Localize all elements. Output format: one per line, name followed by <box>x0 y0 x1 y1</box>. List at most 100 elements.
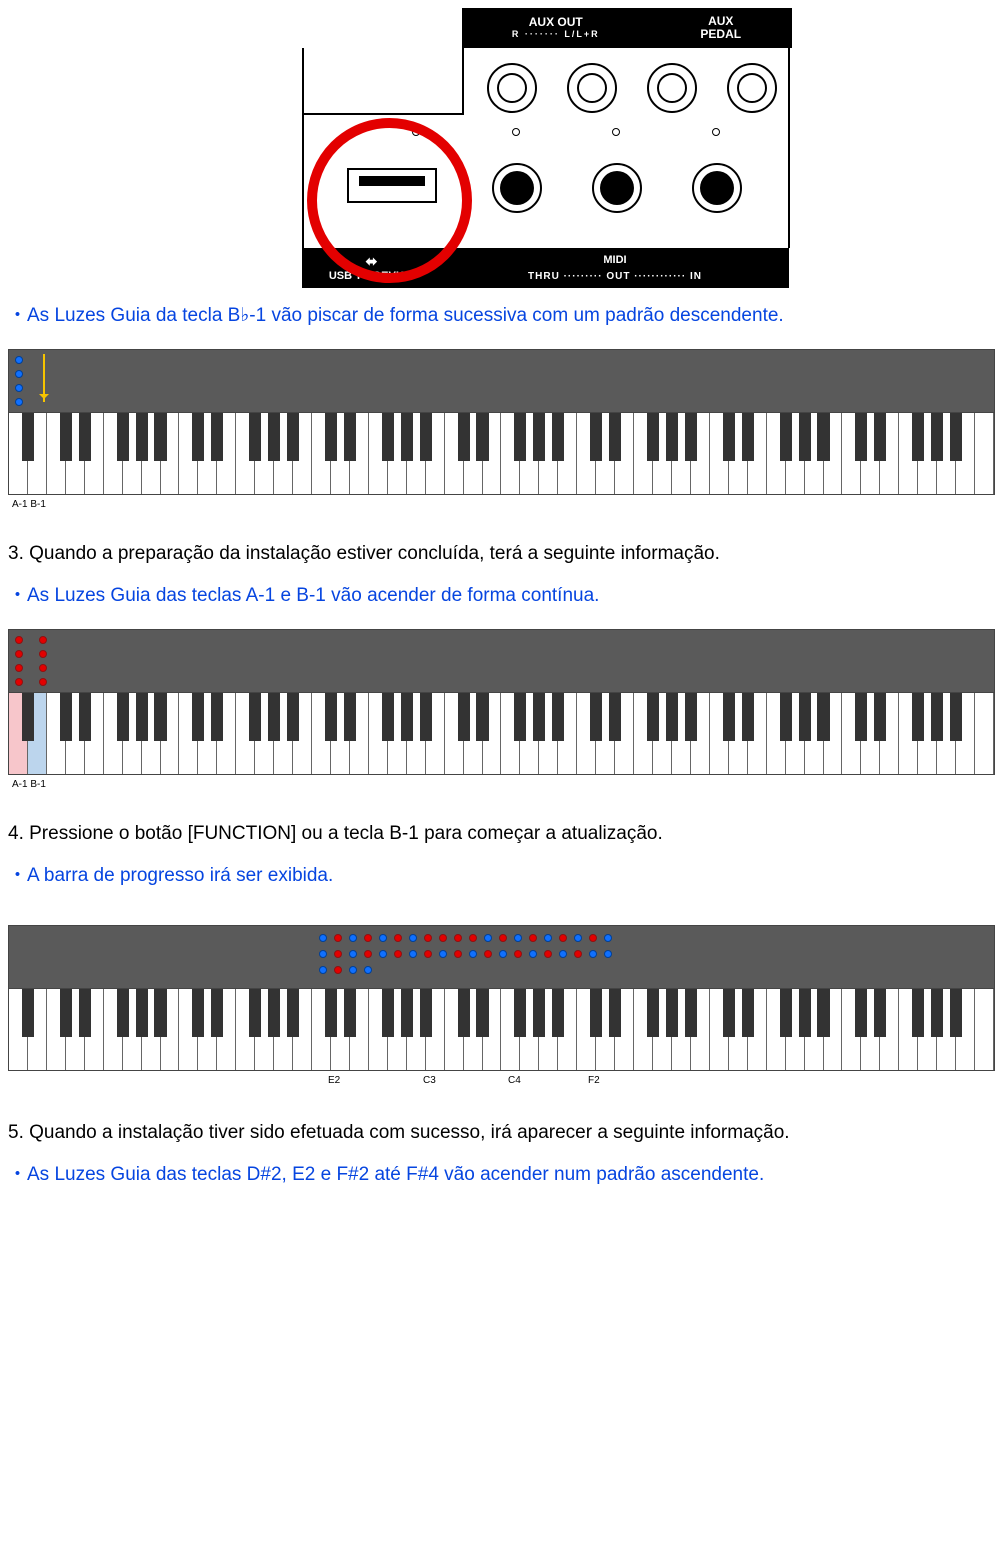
aux-out-jack-r <box>487 63 537 113</box>
black-key <box>458 413 470 462</box>
black-key <box>609 413 621 462</box>
black-key <box>211 413 223 462</box>
black-key <box>344 693 356 742</box>
black-key <box>344 989 356 1038</box>
black-key <box>117 989 129 1038</box>
black-key <box>780 413 792 462</box>
guide-light-icon <box>574 934 582 942</box>
guide-light-icon <box>39 664 47 672</box>
black-key <box>742 989 754 1038</box>
down-arrow-icon <box>43 354 45 402</box>
black-key <box>912 413 924 462</box>
midi-thru-port <box>492 163 542 213</box>
guide-light-icon <box>334 966 342 974</box>
keyboard-diagram-1 <box>8 349 995 495</box>
guide-light-icon <box>334 950 342 958</box>
guide-light-icon <box>39 650 47 658</box>
black-key <box>742 413 754 462</box>
midi-out-port <box>592 163 642 213</box>
guide-light-icon <box>379 934 387 942</box>
black-key <box>192 413 204 462</box>
guide-light-icon <box>319 934 327 942</box>
aux-out-sub: R ······· L/L+R <box>512 30 600 40</box>
black-key <box>685 989 697 1038</box>
black-key <box>514 989 526 1038</box>
indicator-led <box>512 128 520 136</box>
guide-light-icon <box>589 934 597 942</box>
black-key <box>609 989 621 1038</box>
black-key <box>533 989 545 1038</box>
black-key <box>325 693 337 742</box>
guide-light-icon <box>514 950 522 958</box>
black-key <box>476 413 488 462</box>
guide-light-icon <box>439 934 447 942</box>
guide-light-icon <box>424 950 432 958</box>
black-key <box>476 989 488 1038</box>
black-key <box>855 413 867 462</box>
guide-light-icon <box>349 966 357 974</box>
black-key <box>817 693 829 742</box>
black-key <box>742 693 754 742</box>
black-key <box>136 413 148 462</box>
black-key <box>268 413 280 462</box>
black-key <box>685 693 697 742</box>
black-key <box>136 989 148 1038</box>
black-key <box>154 693 166 742</box>
black-key <box>780 693 792 742</box>
guide-light-icon <box>349 950 357 958</box>
black-key <box>931 989 943 1038</box>
black-key <box>287 413 299 462</box>
white-key <box>975 413 994 494</box>
guide-light-icon <box>604 934 612 942</box>
guide-light-icon <box>15 384 23 392</box>
black-key <box>60 693 72 742</box>
guide-light-icon <box>559 950 567 958</box>
black-key <box>874 989 886 1038</box>
info-text-3: ・A barra de progresso irá ser exibida. <box>8 862 995 891</box>
guide-light-icon <box>319 950 327 958</box>
axis-label-2: A-1 B-1 <box>12 777 995 792</box>
guide-light-icon <box>364 934 372 942</box>
black-key <box>552 989 564 1038</box>
black-key <box>950 693 962 742</box>
guide-light-icon <box>409 934 417 942</box>
black-key <box>401 693 413 742</box>
indicator-led <box>612 128 620 136</box>
black-key <box>874 413 886 462</box>
black-key <box>799 989 811 1038</box>
black-key <box>609 693 621 742</box>
guide-light-icon <box>379 950 387 958</box>
black-key <box>79 413 91 462</box>
black-key <box>912 693 924 742</box>
guide-light-icon <box>15 370 23 378</box>
black-key <box>192 693 204 742</box>
black-key <box>287 989 299 1038</box>
white-key <box>975 693 994 774</box>
guide-light-icon <box>469 950 477 958</box>
black-key <box>817 989 829 1038</box>
guide-light-icon <box>484 934 492 942</box>
axis-label-1: A-1 B-1 <box>12 497 995 512</box>
black-key <box>249 413 261 462</box>
guide-light-icon <box>319 966 327 974</box>
guide-light-icon <box>424 934 432 942</box>
guide-light-icon <box>544 950 552 958</box>
step-4-text: 4. Pressione o botão [FUNCTION] ou a tec… <box>8 820 995 849</box>
black-key <box>401 989 413 1038</box>
guide-light-icon <box>499 950 507 958</box>
black-key <box>79 989 91 1038</box>
black-key <box>799 413 811 462</box>
black-key <box>60 413 72 462</box>
step-5-text: 5. Quando a instalação tiver sido efetua… <box>8 1119 995 1148</box>
black-key <box>22 413 34 462</box>
black-key <box>420 989 432 1038</box>
black-key <box>154 989 166 1038</box>
guide-light-icon <box>499 934 507 942</box>
black-key <box>723 693 735 742</box>
guide-light-icon <box>454 950 462 958</box>
black-key <box>666 413 678 462</box>
black-key <box>249 693 261 742</box>
black-key <box>931 413 943 462</box>
white-key <box>975 989 994 1070</box>
black-key <box>817 413 829 462</box>
